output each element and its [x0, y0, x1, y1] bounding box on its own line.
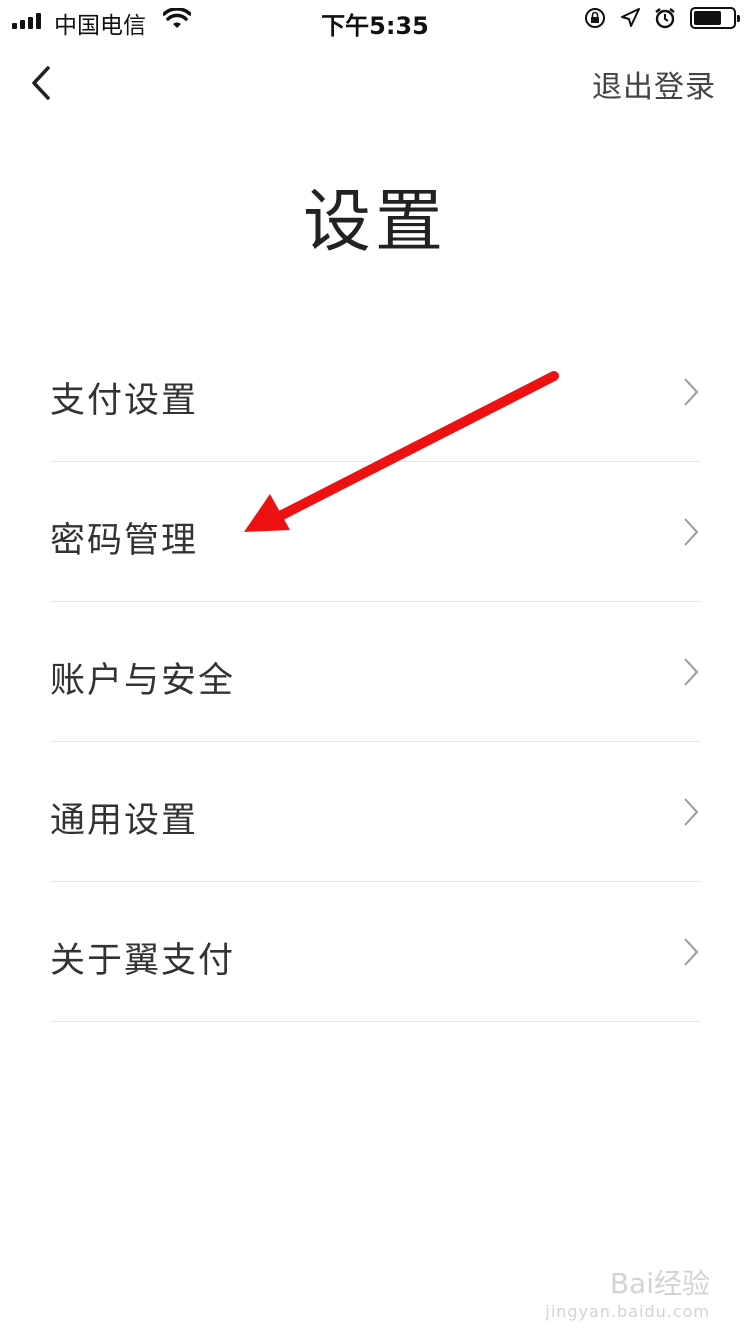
battery-icon [690, 7, 740, 29]
watermark-brand: Bai经验 [609, 1267, 710, 1300]
orientation-lock-icon [585, 8, 605, 28]
menu-item-password-management[interactable]: 密码管理 [50, 462, 701, 602]
menu-item-about[interactable]: 关于翼支付 [50, 882, 701, 1022]
menu-item-label: 密码管理 [50, 521, 199, 561]
menu-item-general-settings[interactable]: 通用设置 [50, 742, 701, 882]
chevron-right-icon [684, 658, 699, 686]
status-bar: 中国电信 下午5:35 [0, 0, 750, 40]
chevron-right-icon [684, 798, 699, 826]
chevron-right-icon [684, 378, 699, 406]
watermark: Bai经验 jingyan.baidu.com [545, 1262, 710, 1321]
status-icons [584, 7, 740, 29]
menu-item-label: 账户与安全 [50, 661, 236, 701]
menu-item-label: 关于翼支付 [50, 941, 236, 981]
back-button[interactable] [22, 58, 66, 108]
watermark-url: jingyan.baidu.com [545, 1302, 710, 1321]
logout-button[interactable]: 退出登录 [592, 62, 716, 106]
chevron-right-icon [684, 938, 699, 966]
page-title: 设置 [302, 183, 447, 262]
menu-item-label: 支付设置 [50, 381, 199, 421]
menu-item-payment-settings[interactable]: 支付设置 [50, 322, 701, 462]
back-arrow-icon [32, 66, 50, 100]
chevron-right-icon [684, 518, 699, 546]
menu-item-account-security[interactable]: 账户与安全 [50, 602, 701, 742]
alarm-icon [655, 8, 675, 29]
settings-menu: 支付设置 密码管理 账户与安全 通用设置 关于翼支付 [50, 322, 701, 1022]
menu-item-label: 通用设置 [50, 801, 199, 841]
location-icon [621, 8, 640, 27]
